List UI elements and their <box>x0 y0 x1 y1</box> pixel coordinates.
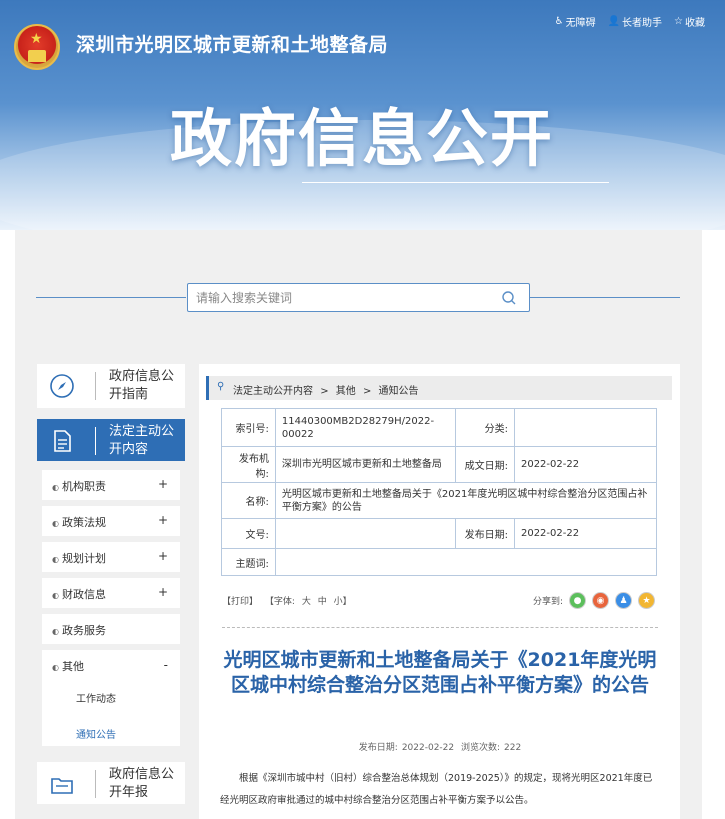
subject-value <box>274 548 658 576</box>
table-row: 索引号: 11440300MB2D28279H/2022-00022 分类: <box>221 408 658 447</box>
sidebar-item-finance[interactable]: 财政信息 + <box>42 578 180 608</box>
search-input[interactable] <box>196 288 486 308</box>
font-large-button[interactable]: 大 <box>302 597 311 607</box>
created-date-label: 成文日期: <box>454 446 515 483</box>
sidebar-guide-card[interactable]: 政府信息公开指南 <box>37 364 185 408</box>
breadcrumb-separator: > <box>362 386 372 397</box>
sidebar-active-card[interactable]: 法定主动公开内容 <box>37 419 185 461</box>
sidebar-group-label[interactable]: 其他 <box>52 658 84 674</box>
content-divider <box>222 627 658 628</box>
sidebar-card-separator <box>95 372 96 400</box>
search-divider-left <box>36 297 186 298</box>
article-date-value: 2022-02-22 <box>401 743 455 753</box>
article-body: 根据《深圳市城中村（旧村）综合整治总体规划（2019-2025）》的规定，现将光… <box>220 773 653 806</box>
elder-assist-link[interactable]: 👤 长者助手 <box>608 14 662 29</box>
folder-icon <box>51 778 73 794</box>
article-title: 光明区城市更新和土地整备局关于《2021年度光明区城中村综合整治分区范围占补平衡… <box>223 649 657 696</box>
accessibility-icon: ♿ <box>554 16 564 27</box>
created-date-value: 2022-02-22 <box>513 446 658 483</box>
collapse-icon[interactable]: - <box>164 658 168 672</box>
search-icon[interactable] <box>501 290 517 306</box>
share-bar: 分享到: ● ◉ ♟ ★ <box>533 592 656 609</box>
article-date-label: 发布日期: <box>358 743 398 753</box>
table-row: 主题词: <box>221 548 658 576</box>
breadcrumb-link-other[interactable]: 其他 <box>336 386 356 397</box>
document-icon <box>54 430 71 452</box>
expand-icon[interactable]: + <box>158 549 168 563</box>
sidebar-card-separator <box>95 427 96 455</box>
article-meta: 发布日期: 2022-02-22 浏览次数: 222 <box>222 740 658 753</box>
search-divider-right <box>530 297 680 298</box>
sidebar-item-institution[interactable]: 机构职责 + <box>42 470 180 500</box>
table-row: 名称: 光明区城市更新和土地整备局关于《2021年度光明区城中村综合整治分区范围… <box>221 482 658 519</box>
sidebar-annual-report-card[interactable]: 政府信息公开年报 <box>37 762 185 804</box>
article-views-label: 浏览次数: <box>461 743 501 753</box>
breadcrumb-separator: > <box>320 386 329 397</box>
font-medium-button[interactable]: 中 <box>318 597 327 607</box>
breadcrumb-link-statutory[interactable]: 法定主动公开内容 <box>233 386 313 397</box>
sidebar-item-other: 其他 - 工作动态 通知公告 <box>42 650 180 746</box>
title-divider <box>302 182 609 183</box>
location-pin-icon: ⚲ <box>217 381 225 392</box>
category-label: 分类: <box>454 408 515 447</box>
sidebar-subitem-notices[interactable]: 通知公告 <box>76 726 116 741</box>
expand-icon[interactable]: + <box>158 585 168 599</box>
article-tools: 【打印】 【字体: 大 中 小】 <box>222 594 356 607</box>
breadcrumb-link-notices[interactable]: 通知公告 <box>379 386 419 397</box>
category-value <box>513 408 658 447</box>
org-value: 深圳市光明区城市更新和土地整备局 <box>274 446 456 483</box>
favorite-link[interactable]: ☆ 收藏 <box>674 14 705 29</box>
accessibility-link[interactable]: ♿ 无障碍 <box>555 14 596 29</box>
qq-icon[interactable]: ♟ <box>615 592 633 609</box>
expand-icon[interactable]: + <box>158 513 168 527</box>
doc-number-value <box>274 518 456 549</box>
share-label: 分享到: <box>533 597 564 607</box>
compass-icon <box>50 374 74 398</box>
index-label: 索引号: <box>221 408 276 447</box>
person-icon: 👤 <box>607 16 621 27</box>
doc-name-label: 名称: <box>221 482 276 519</box>
index-value: 11440300MB2D28279H/2022-00022 <box>274 408 456 447</box>
print-button[interactable]: 【打印】 <box>222 597 258 607</box>
sidebar-item-label: 财政信息 <box>52 586 106 602</box>
breadcrumb: ⚲ 法定主动公开内容 > 其他 > 通知公告 <box>206 376 672 400</box>
sidebar-active-label: 法定主动公开内容 <box>109 424 175 457</box>
sidebar-card-separator <box>95 770 96 798</box>
sidebar-item-services[interactable]: 政务服务 <box>42 614 180 644</box>
sidebar-item-label: 政策法规 <box>52 514 106 530</box>
sidebar-guide-label: 政府信息公开指南 <box>109 369 175 402</box>
sidebar-item-label: 机构职责 <box>52 478 106 494</box>
sidebar-subitem-work-news[interactable]: 工作动态 <box>76 690 116 705</box>
weibo-icon[interactable]: ◉ <box>592 592 610 609</box>
doc-name-value: 光明区城市更新和土地整备局关于《2021年度光明区城中村综合整治分区范围占补平衡… <box>274 482 658 519</box>
subject-label: 主题词: <box>221 548 276 576</box>
font-small-button[interactable]: 小】 <box>334 597 352 607</box>
search-box <box>187 283 530 312</box>
top-links: ♿ 无障碍 👤 长者助手 ☆ 收藏 <box>555 14 705 29</box>
site-title[interactable]: 深圳市光明区城市更新和土地整备局 <box>76 30 388 57</box>
sidebar-item-label: 政务服务 <box>52 622 106 638</box>
article-views-value: 222 <box>504 743 522 753</box>
expand-icon[interactable]: + <box>158 477 168 491</box>
doc-number-label: 文号: <box>221 518 276 549</box>
national-emblem-icon: ★ <box>14 24 60 70</box>
header-banner: ★ 深圳市光明区城市更新和土地整备局 ♿ 无障碍 👤 长者助手 ☆ 收藏 政府信息公开 <box>0 0 725 230</box>
star-icon: ☆ <box>674 16 683 27</box>
org-label: 发布机构: <box>221 446 276 483</box>
published-date-value: 2022-02-22 <box>513 518 658 549</box>
table-row: 文号: 发布日期: 2022-02-22 <box>221 518 658 549</box>
qzone-icon[interactable]: ★ <box>638 592 656 609</box>
sidebar-item-policy[interactable]: 政策法规 + <box>42 506 180 536</box>
sidebar-item-label: 规划计划 <box>52 550 106 566</box>
font-size-label: 【字体: <box>264 597 295 607</box>
table-row: 发布机构: 深圳市光明区城市更新和土地整备局 成文日期: 2022-02-22 <box>221 446 658 483</box>
published-date-label: 发布日期: <box>454 518 515 549</box>
document-meta-table: 索引号: 11440300MB2D28279H/2022-00022 分类: 发… <box>221 408 658 576</box>
sidebar-annual-label: 政府信息公开年报 <box>109 767 175 800</box>
wechat-icon[interactable]: ● <box>569 592 587 609</box>
page-title: 政府信息公开 <box>170 102 555 175</box>
sidebar-item-planning[interactable]: 规划计划 + <box>42 542 180 572</box>
